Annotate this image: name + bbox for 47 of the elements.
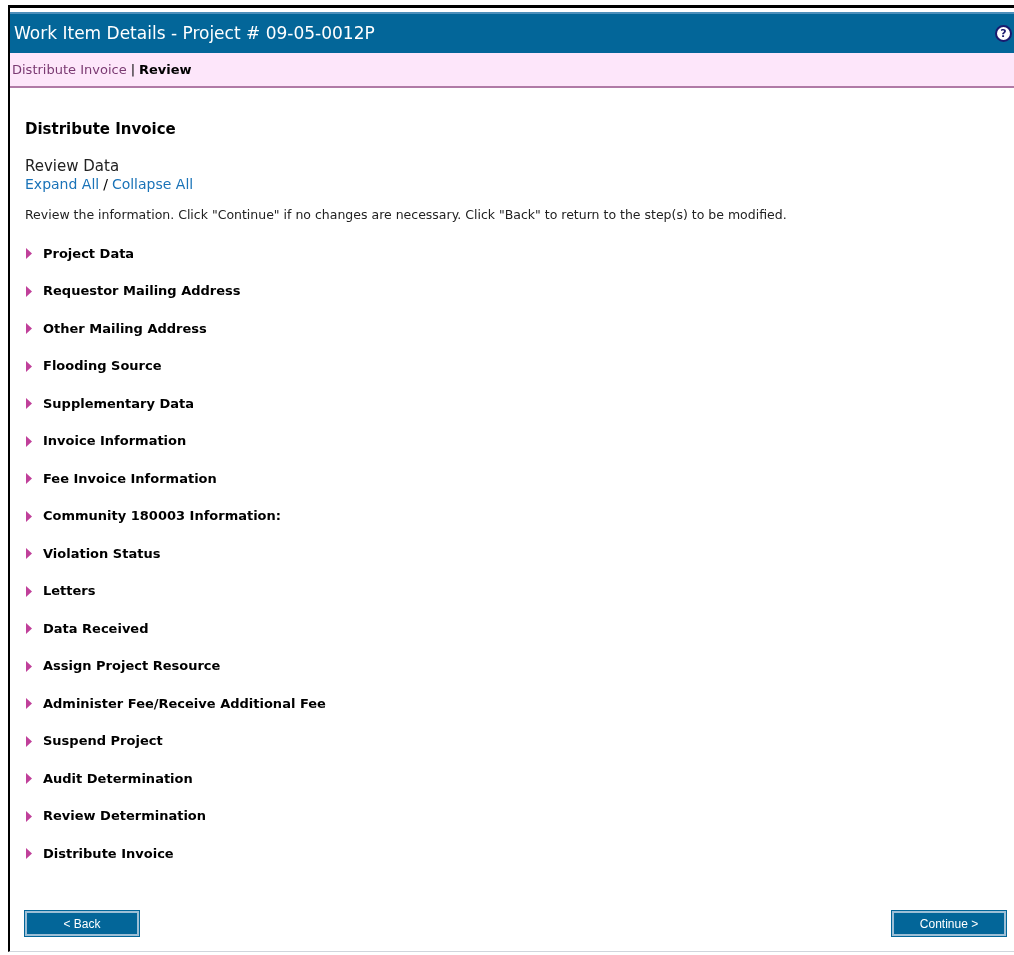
- continue-button[interactable]: Continue >: [892, 911, 1006, 936]
- section-toggle[interactable]: Data Received: [43, 618, 149, 639]
- section-toggle[interactable]: Violation Status: [43, 543, 161, 564]
- window-title: Work Item Details - Project # 09-05-0012P: [14, 21, 375, 45]
- section-toggle[interactable]: Invoice Information: [43, 431, 187, 451]
- expand-triangle-icon[interactable]: [25, 510, 33, 522]
- expand-triangle-icon[interactable]: [25, 248, 33, 259]
- expand-triangle-icon[interactable]: [25, 285, 33, 297]
- link-separator: /: [103, 174, 108, 193]
- section-toggle[interactable]: Letters: [43, 581, 96, 601]
- expand-triangle-icon[interactable]: [25, 323, 33, 334]
- help-button[interactable]: ?: [995, 25, 1012, 42]
- expand-triangle-icon[interactable]: [25, 773, 33, 784]
- expand-triangle-icon[interactable]: [25, 473, 33, 484]
- expand-triangle-icon[interactable]: [25, 435, 33, 447]
- expand-triangle-icon[interactable]: [25, 735, 33, 747]
- section-toggle[interactable]: Supplementary Data: [43, 393, 195, 414]
- back-button[interactable]: < Back: [25, 911, 139, 936]
- expand-triangle-icon[interactable]: [25, 623, 33, 634]
- section-toggle[interactable]: Audit Determination: [43, 768, 193, 789]
- collapse-all-link[interactable]: Collapse All: [111, 174, 194, 193]
- expand-triangle-icon[interactable]: [25, 360, 33, 372]
- section-toggle[interactable]: Community 180003 Information:: [43, 506, 281, 526]
- section-toggle[interactable]: Project Data: [43, 243, 135, 264]
- breadcrumb-item[interactable]: Distribute Invoice: [12, 59, 127, 80]
- section-toggle[interactable]: Assign Project Resource: [43, 656, 221, 676]
- expand-all-link[interactable]: Expand All: [25, 174, 100, 193]
- section-toggle[interactable]: Requestor Mailing Address: [43, 281, 241, 301]
- expand-triangle-icon[interactable]: [25, 660, 33, 672]
- section-toggle[interactable]: Administer Fee/Receive Additional Fee: [43, 693, 326, 714]
- section-toggle[interactable]: Other Mailing Address: [43, 318, 207, 339]
- section-toggle[interactable]: Fee Invoice Information: [43, 468, 217, 489]
- section-toggle[interactable]: Suspend Project: [43, 731, 163, 751]
- section-toggle[interactable]: Review Determination: [43, 806, 207, 826]
- section-subheading: Review Data: [25, 156, 121, 175]
- instructions-text: Review the information. Click "Continue" if no changes are necessary. Click "Back" to return to the step(s) to be modified.: [25, 205, 788, 224]
- breadcrumb-item[interactable]: Review: [139, 59, 192, 80]
- section-toggle[interactable]: Flooding Source: [43, 356, 162, 376]
- expand-triangle-icon[interactable]: [25, 698, 33, 709]
- expand-triangle-icon[interactable]: [25, 398, 33, 409]
- page-heading: Distribute Invoice: [25, 119, 177, 140]
- expand-triangle-icon[interactable]: [25, 810, 33, 822]
- expand-triangle-icon[interactable]: [25, 848, 33, 859]
- breadcrumb-separator: |: [130, 60, 136, 79]
- expand-triangle-icon[interactable]: [25, 548, 33, 559]
- section-toggle[interactable]: Distribute Invoice: [43, 843, 174, 864]
- expand-triangle-icon[interactable]: [25, 585, 33, 597]
